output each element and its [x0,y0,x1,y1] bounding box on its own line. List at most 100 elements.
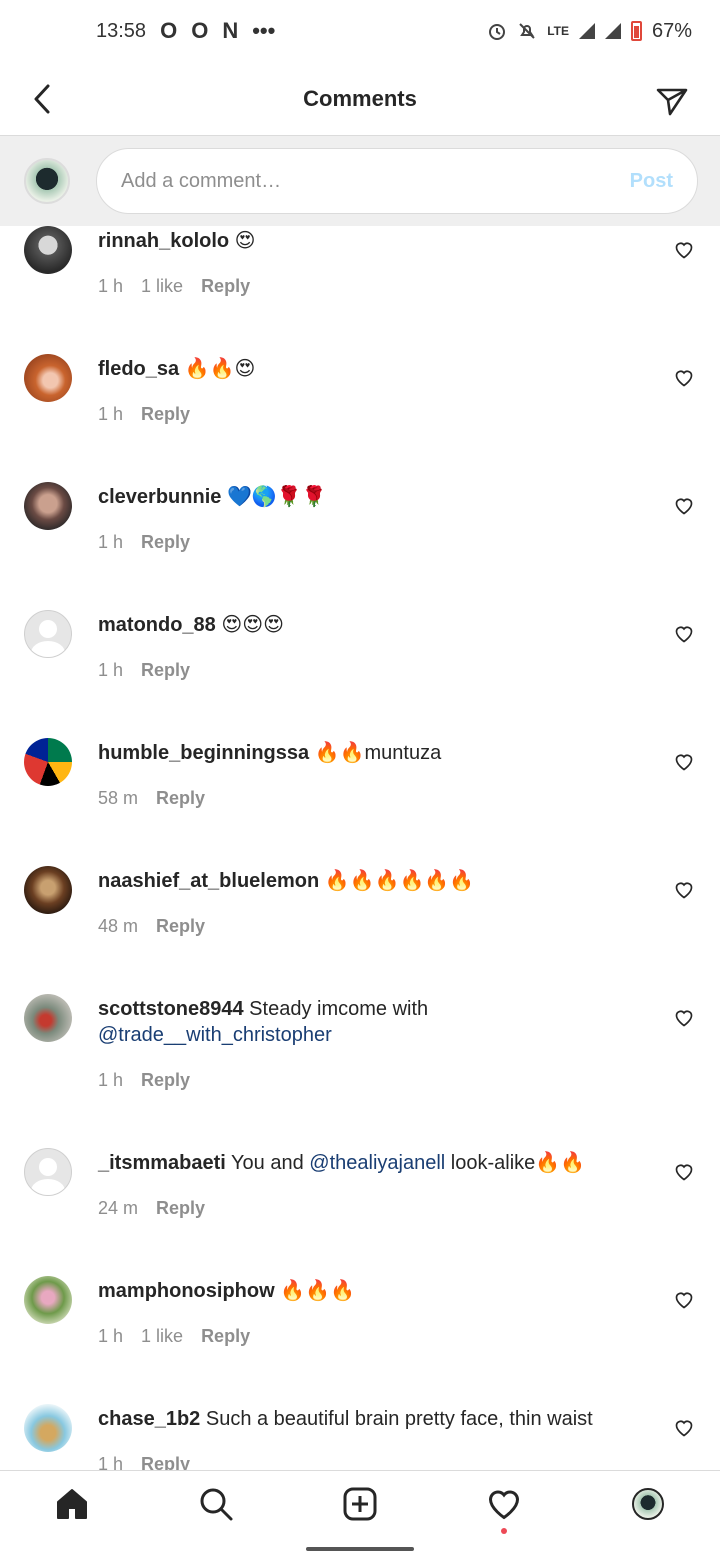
like-heart-icon[interactable] [674,880,694,900]
status-right: LTE 67% [487,20,692,43]
comment-content: 😍 [229,230,256,252]
back-arrow-icon[interactable] [26,82,60,116]
nav-search[interactable] [196,1484,236,1524]
comment-content: 🔥🔥muntuza [309,742,442,764]
reply-button[interactable]: Reply [141,532,190,553]
avatar[interactable] [24,866,72,914]
reply-button[interactable]: Reply [141,1070,190,1091]
comment-item: scottstone8944 Steady imcome with @trade… [0,994,720,1148]
like-heart-icon[interactable] [674,496,694,516]
comment-time: 58 m [98,788,139,808]
status-bar: 13:58 O O N ••• LTE 67% [0,0,720,62]
comment-item: matondo_88 😍😍😍 1 h Reply [0,610,720,738]
comment-username[interactable]: fledo_sa [98,358,179,380]
reply-button[interactable]: Reply [141,660,190,681]
notification-o-icon: O [160,18,178,43]
notification-n-icon: N [222,18,239,43]
like-heart-icon[interactable] [674,368,694,388]
reply-button[interactable]: Reply [201,1326,250,1347]
like-heart-icon[interactable] [674,752,694,772]
comment-body: mamphonosiphow 🔥🔥🔥 1 h 1 like Reply [98,1276,638,1404]
comment-username[interactable]: naashief_at_bluelemon [98,870,319,892]
comment-body: scottstone8944 Steady imcome with @trade… [98,994,638,1148]
reply-button[interactable]: Reply [156,788,205,809]
comment-content: Such a beautiful brain pretty face, thin… [200,1408,593,1430]
gesture-bar[interactable] [306,1547,414,1551]
like-heart-icon[interactable] [674,1290,694,1310]
avatar[interactable] [24,738,72,786]
reply-button[interactable]: Reply [141,1454,190,1470]
comment-meta: 48 m Reply [98,916,638,937]
comment-content: 🔥🔥😍 [179,358,256,380]
comment-likes[interactable]: 1 like [141,1326,183,1347]
comment-input[interactable] [121,169,630,193]
page-title: Comments [303,85,417,111]
comment-body: rinnah_kololo 😍 1 h 1 like Reply [98,226,638,354]
comment-text: fledo_sa 🔥🔥😍 [98,356,638,382]
avatar[interactable] [24,610,72,658]
reply-button[interactable]: Reply [156,916,205,937]
comment-body: matondo_88 😍😍😍 1 h Reply [98,610,638,738]
mention-link[interactable]: @trade__with_christopher [98,1024,332,1046]
more-notifications-icon: ••• [252,18,276,43]
header: Comments [0,62,720,136]
comment-text: naashief_at_bluelemon 🔥🔥🔥🔥🔥🔥 [98,868,638,894]
comment-likes[interactable]: 1 like [141,276,183,297]
comment-username[interactable]: rinnah_kololo [98,230,229,252]
status-time: 13:58 [96,19,147,42]
comment-text: matondo_88 😍😍😍 [98,612,638,638]
avatar[interactable] [24,354,72,402]
comment-content-after: look-alike🔥🔥 [445,1152,586,1174]
comment-username[interactable]: matondo_88 [98,614,216,636]
comment-item: naashief_at_bluelemon 🔥🔥🔥🔥🔥🔥 48 m Reply [0,866,720,994]
comment-body: cleverbunnie 💙🌎🌹🌹 1 h Reply [98,482,638,610]
reply-button[interactable]: Reply [141,404,190,425]
comment-box: Post [96,148,698,214]
post-button[interactable]: Post [630,170,673,193]
profile-avatar [632,1487,664,1520]
like-heart-icon[interactable] [674,1418,694,1438]
new-post-icon [343,1487,377,1520]
nav-new-post[interactable] [340,1484,380,1524]
comment-text: humble_beginningssa 🔥🔥muntuza [98,740,638,766]
mention-link[interactable]: @thealiyajanell [309,1152,445,1174]
avatar[interactable] [24,1404,72,1452]
alarm-icon [489,24,506,40]
comment-time: 1 h [98,660,124,680]
comment-meta: 1 h Reply [98,532,638,553]
comment-item: fledo_sa 🔥🔥😍 1 h Reply [0,354,720,482]
signal-icon [604,23,621,39]
mute-icon [519,23,535,39]
notification-o-icon: O [191,18,209,43]
comment-item: mamphonosiphow 🔥🔥🔥 1 h 1 like Reply [0,1276,720,1404]
comment-text: scottstone8944 Steady imcome with @trade… [98,996,638,1048]
comment-username[interactable]: humble_beginningssa [98,742,309,764]
like-heart-icon[interactable] [674,240,694,260]
comment-item: chase_1b2 Such a beautiful brain pretty … [0,1404,720,1470]
comment-username[interactable]: scottstone8944 [98,998,244,1020]
like-heart-icon[interactable] [674,1162,694,1182]
avatar[interactable] [24,1276,72,1324]
lte-icon: LTE [547,24,569,38]
avatar[interactable] [24,994,72,1042]
avatar[interactable] [24,1148,72,1196]
comment-username[interactable]: mamphonosiphow [98,1280,275,1302]
nav-profile[interactable] [628,1484,668,1524]
avatar[interactable] [24,226,72,274]
comment-body: humble_beginningssa 🔥🔥muntuza 58 m Reply [98,738,638,866]
reply-button[interactable]: Reply [201,276,250,297]
nav-activity[interactable] [484,1484,524,1534]
comment-meta: 1 h 1 like Reply [98,276,638,297]
send-direct-icon[interactable] [654,82,690,118]
comment-username[interactable]: chase_1b2 [98,1408,200,1430]
reply-button[interactable]: Reply [156,1198,205,1219]
comment-meta: 1 h Reply [98,404,638,425]
nav-home[interactable] [52,1484,92,1524]
comment-username[interactable]: _itsmmabaeti [98,1152,226,1174]
comment-username[interactable]: cleverbunnie [98,486,221,508]
like-heart-icon[interactable] [674,1008,694,1028]
avatar[interactable] [24,482,72,530]
comment-item: humble_beginningssa 🔥🔥muntuza 58 m Reply [0,738,720,866]
like-heart-icon[interactable] [674,624,694,644]
comment-meta: 1 h Reply [98,1070,638,1091]
